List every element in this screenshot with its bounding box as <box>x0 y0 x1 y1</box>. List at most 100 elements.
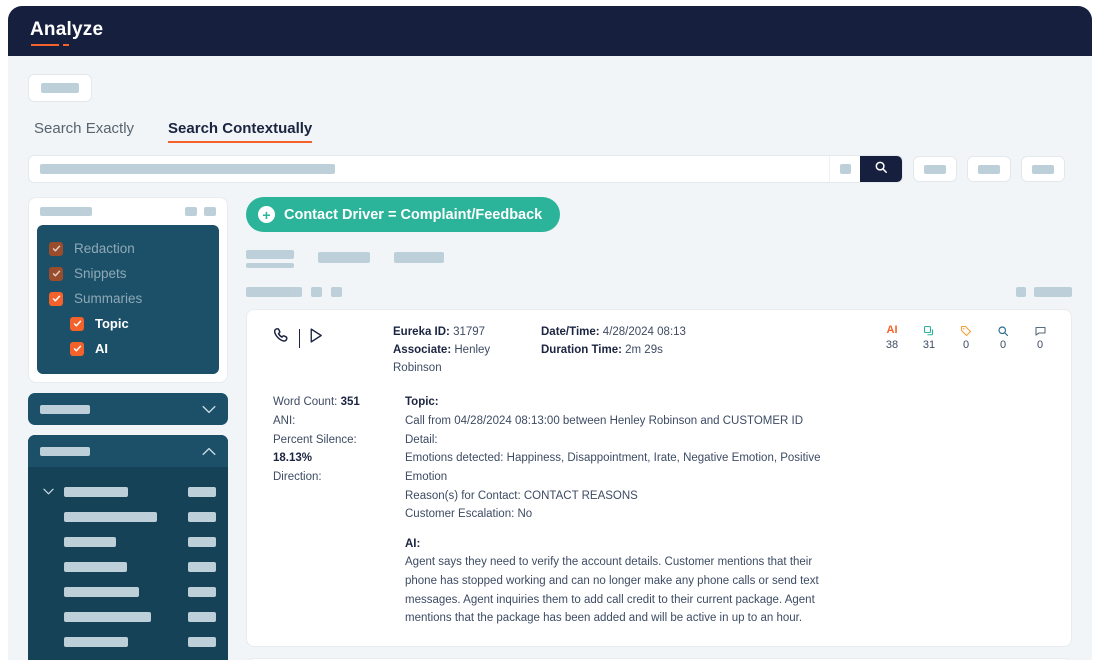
eureka-id-line: Eureka ID: 31797 <box>393 324 541 342</box>
filter-action-1[interactable] <box>185 207 197 216</box>
search-options-placeholder <box>840 164 851 174</box>
stat-ai[interactable]: AI 38 <box>881 324 903 351</box>
action-button-3-placeholder <box>1032 165 1054 174</box>
check-icon[interactable] <box>49 292 63 306</box>
results-panel: + Contact Driver = Complaint/Feedback <box>246 197 1072 660</box>
placeholder-bar[interactable] <box>1034 287 1072 297</box>
associate-label: Associate: <box>393 344 451 356</box>
tab-search-contextually[interactable]: Search Contextually <box>168 120 312 143</box>
placeholder-bar <box>246 263 294 268</box>
detail-line: Emotions detected: Happiness, Disappoint… <box>405 449 823 486</box>
placeholder-bar[interactable] <box>331 287 342 297</box>
result-card-body: Word Count: 351 ANI: Percent Silence: 18… <box>263 393 1055 628</box>
search-input[interactable] <box>29 156 829 182</box>
checkbox-label-snippets: Snippets <box>74 266 127 281</box>
stat-tags[interactable]: 0 <box>955 324 977 351</box>
expanded-section-header[interactable] <box>28 435 228 467</box>
tree-row[interactable] <box>40 629 216 654</box>
active-filter-chip[interactable]: + Contact Driver = Complaint/Feedback <box>246 197 560 232</box>
tag-icon <box>960 324 972 337</box>
detail-label: Detail: <box>405 431 823 450</box>
word-count-label: Word Count: <box>273 396 337 408</box>
sidebar-collapsed-section[interactable] <box>28 393 228 425</box>
tree-row[interactable] <box>40 504 216 529</box>
ani-label: ANI: <box>273 415 295 427</box>
action-button-2-placeholder <box>978 165 1000 174</box>
search-options-button[interactable] <box>829 156 861 182</box>
direction-line: Direction: <box>273 468 393 487</box>
stat-searches[interactable]: 0 <box>992 324 1014 351</box>
tree-row[interactable] <box>40 529 216 554</box>
record-stats: AI 38 31 <box>881 324 1055 351</box>
tree-row[interactable] <box>40 479 216 504</box>
check-icon[interactable] <box>49 242 63 256</box>
checkbox-row-snippets[interactable]: Snippets <box>49 261 207 286</box>
tree-row-value-placeholder <box>188 637 216 647</box>
action-button-3[interactable] <box>1021 156 1065 182</box>
action-button-2[interactable] <box>967 156 1011 182</box>
check-icon[interactable] <box>70 342 84 356</box>
stat-snippets[interactable]: 31 <box>918 324 940 351</box>
duration-line: Duration Time: 2m 29s <box>541 342 741 360</box>
search-icon <box>874 160 888 179</box>
search-input-value-placeholder <box>40 164 335 174</box>
tree-row-label-placeholder <box>64 637 128 647</box>
tree-row[interactable] <box>40 554 216 579</box>
topic-label: Topic: <box>405 393 823 412</box>
datetime-line: Date/Time: 4/28/2024 08:13 <box>541 324 741 342</box>
tree-row[interactable] <box>40 579 216 604</box>
snippet-icon <box>923 324 935 337</box>
checkbox-row-redaction[interactable]: Redaction <box>49 236 207 261</box>
checkbox-label-summaries: Summaries <box>74 291 142 306</box>
results-toolbar-right <box>1016 287 1072 297</box>
tree-row-value-placeholder <box>188 512 216 522</box>
placeholder-bar[interactable] <box>311 287 322 297</box>
main-split: Redaction Snippets <box>28 197 1072 660</box>
stat-comments[interactable]: 0 <box>1029 324 1051 351</box>
results-count-placeholder <box>246 250 294 268</box>
result-card[interactable]: Eureka ID: 31797 Associate: Henley Robin… <box>246 309 1072 647</box>
record-summary: Topic: Call from 04/28/2024 08:13:00 bet… <box>393 393 823 628</box>
action-button-1-placeholder <box>924 165 946 174</box>
screenshot-root: Analyze Search Exactly Search Contextual… <box>0 0 1100 660</box>
tree-row-label-placeholder <box>64 537 116 547</box>
checkbox-label-redaction: Redaction <box>74 241 135 256</box>
stat-comments-value: 0 <box>1037 339 1043 351</box>
percent-silence-line: Percent Silence: 18.13% <box>273 431 393 468</box>
chevron-down-icon[interactable] <box>202 405 216 414</box>
checkbox-row-topic[interactable]: Topic <box>49 311 207 336</box>
checkbox-row-ai[interactable]: AI <box>49 336 207 361</box>
ai-summary-text: Agent says they need to verify the accou… <box>405 553 823 628</box>
tree-row-value-placeholder <box>188 562 216 572</box>
placeholder-bar <box>246 250 294 259</box>
tree-row-value-placeholder <box>188 612 216 622</box>
checkbox-label-topic: Topic <box>95 316 129 331</box>
chevron-up-icon[interactable] <box>202 447 216 456</box>
ani-line: ANI: <box>273 412 393 431</box>
word-count-value: 351 <box>341 396 360 408</box>
detail-line: Customer Escalation: No <box>405 505 823 524</box>
check-icon[interactable] <box>49 267 63 281</box>
tree-row[interactable] <box>40 604 216 629</box>
checkbox-row-summaries[interactable]: Summaries <box>49 286 207 311</box>
percent-silence-value: 18.13% <box>273 452 312 464</box>
datetime-value: 4/28/2024 08:13 <box>603 326 686 338</box>
chevron-down-icon[interactable] <box>40 488 56 495</box>
tab-search-exactly[interactable]: Search Exactly <box>34 120 134 143</box>
record-identity: Eureka ID: 31797 Associate: Henley Robin… <box>393 324 541 377</box>
check-icon[interactable] <box>70 317 84 331</box>
call-media-controls <box>263 324 393 350</box>
filter-card: Redaction Snippets <box>28 197 228 383</box>
filter-card-header <box>37 207 219 225</box>
play-icon[interactable] <box>307 327 324 349</box>
filter-card-title-placeholder <box>40 207 92 216</box>
search-submit-button[interactable] <box>860 155 902 183</box>
search-field-group <box>28 155 903 183</box>
filter-action-2[interactable] <box>204 207 216 216</box>
plus-circle-icon: + <box>258 206 275 223</box>
record-timing: Date/Time: 4/28/2024 08:13 Duration Time… <box>541 324 741 360</box>
toolbar-button[interactable] <box>28 74 92 102</box>
phone-icon[interactable] <box>273 326 292 350</box>
action-button-1[interactable] <box>913 156 957 182</box>
placeholder-bar[interactable] <box>1016 287 1026 297</box>
